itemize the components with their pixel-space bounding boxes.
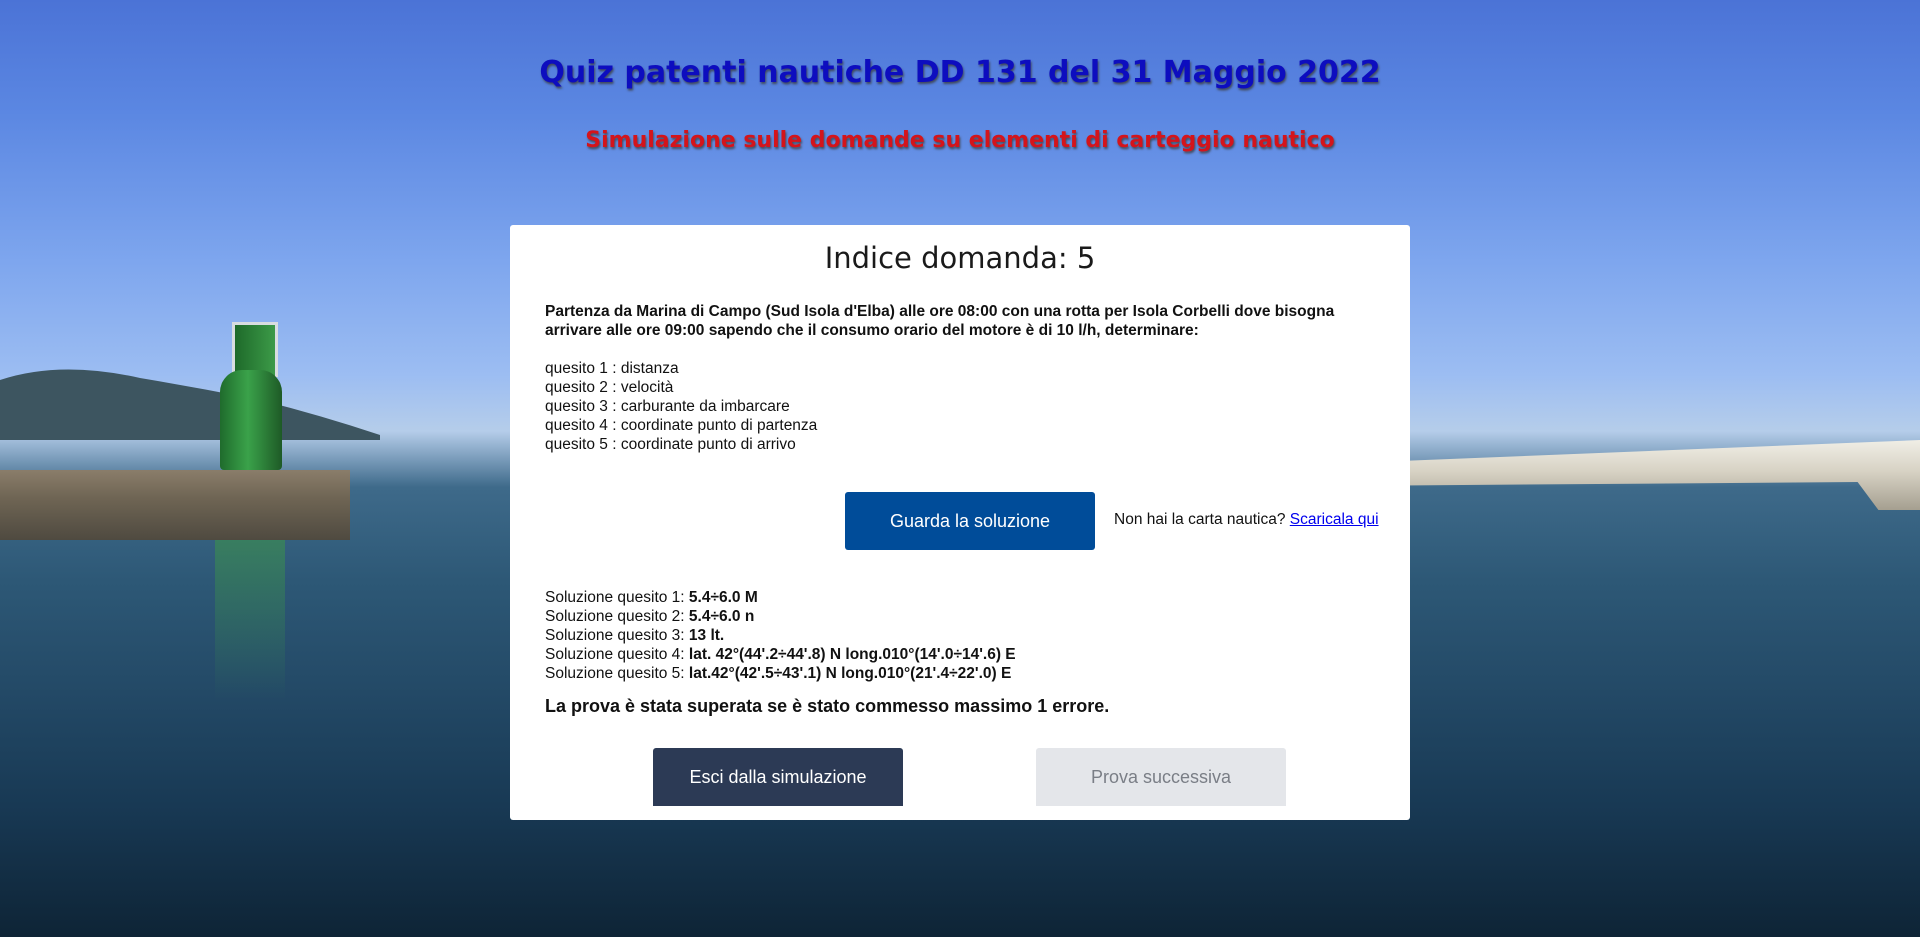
solution-value: 13 lt. [688, 627, 725, 644]
lighthouse [220, 370, 282, 470]
subquestion-item: quesito 4 : coordinate punto di partenza [545, 417, 818, 434]
download-chart-link[interactable]: Scaricala qui [1290, 511, 1379, 528]
background-hills [0, 369, 380, 440]
question-text: Partenza da Marina di Campo (Sud Isola d… [545, 303, 1335, 339]
solution-item: Soluzione quesito 2: 5.4÷6.0 n [545, 607, 1375, 626]
lighthouse-lantern [232, 322, 278, 377]
subquestion-item: quesito 1 : distanza [545, 360, 679, 377]
navigation-row: Esci dalla simulazione Prova successiva [545, 748, 1375, 808]
solutions-list: Soluzione quesito 1: 5.4÷6.0 M Soluzione… [545, 588, 1375, 683]
page-header: Quiz patenti nautiche DD 131 del 31 Magg… [0, 55, 1920, 153]
subquestion-item: quesito 2 : velocità [545, 379, 674, 396]
solution-label: Soluzione quesito 5: [545, 665, 689, 682]
solution-value: 5.4÷6.0 n [688, 608, 755, 625]
question-index: Indice domanda: 5 [824, 241, 1096, 275]
question-card: Indice domanda: 5 Partenza da Marina di … [510, 225, 1410, 820]
chart-download-note: Non hai la carta nautica? Scaricala qui [1114, 511, 1379, 529]
solution-item: Soluzione quesito 5: lat.42°(42'.5÷43'.1… [545, 664, 1375, 683]
page-title: Quiz patenti nautiche DD 131 del 31 Magg… [539, 55, 1381, 90]
subquestion-list: quesito 1 : distanza quesito 2 : velocit… [545, 359, 1375, 454]
solution-action-row: Guarda la soluzione Non hai la carta nau… [545, 492, 1379, 552]
solution-label: Soluzione quesito 3: [545, 627, 689, 644]
subquestion-item: quesito 3 : carburante da imbarcare [545, 398, 790, 415]
solution-item: Soluzione quesito 4: lat. 42°(44'.2÷44'.… [545, 645, 1375, 664]
subquestion-item: quesito 5 : coordinate punto di arrivo [545, 436, 796, 453]
solution-value: lat. 42°(44'.2÷44'.8) N long.010°(14'.0÷… [688, 646, 1016, 663]
solution-label: Soluzione quesito 1: [545, 589, 689, 606]
lighthouse-reflection [215, 540, 285, 700]
pass-criteria-text: La prova è stata superata se è stato com… [545, 696, 1110, 716]
next-test-button[interactable]: Prova successiva [1036, 748, 1286, 806]
show-solution-button[interactable]: Guarda la soluzione [845, 492, 1095, 550]
solution-label: Soluzione quesito 4: [545, 646, 689, 663]
page-subtitle: Simulazione sulle domande su elementi di… [585, 128, 1335, 153]
chart-note-text: Non hai la carta nautica? [1114, 511, 1286, 528]
background-pier [0, 470, 350, 540]
solution-item: Soluzione quesito 1: 5.4÷6.0 M [545, 588, 1375, 607]
solution-item: Soluzione quesito 3: 13 lt. [545, 626, 1375, 645]
solution-value: lat.42°(42'.5÷43'.1) N long.010°(21'.4÷2… [688, 665, 1012, 682]
solution-label: Soluzione quesito 2: [545, 608, 689, 625]
solution-value: 5.4÷6.0 M [688, 589, 758, 606]
exit-simulation-button[interactable]: Esci dalla simulazione [653, 748, 903, 806]
background-breakwater [1400, 440, 1920, 510]
